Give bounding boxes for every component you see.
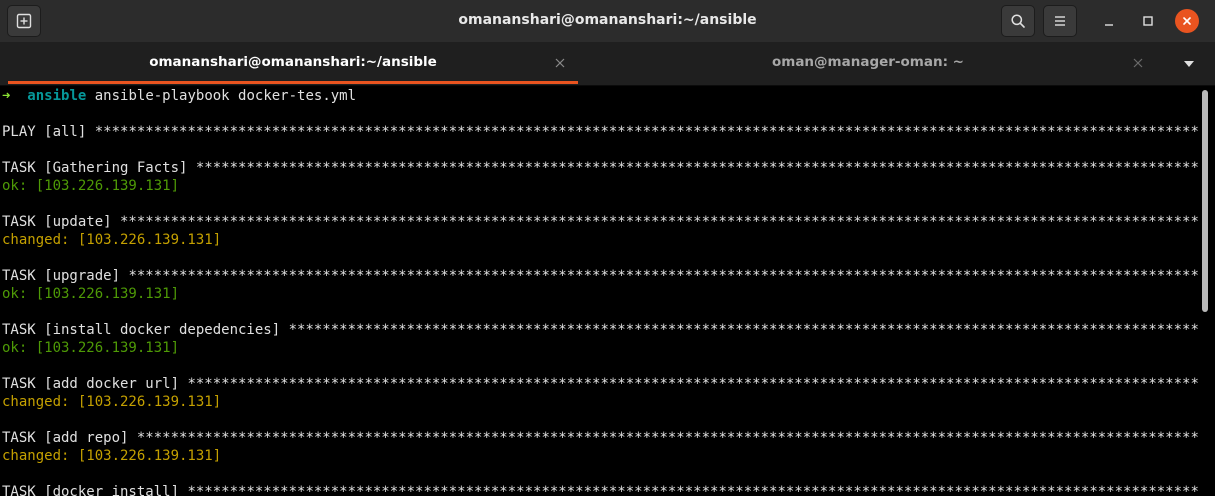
terminal-window: omananshari@omananshari:~/ansible omanan… — [0, 0, 1215, 496]
task-header: PLAY [all] — [2, 124, 87, 140]
task-status-line: changed: [103.226.139.131] — [2, 394, 222, 410]
task-separator-stars: ****************************************… — [187, 484, 1198, 496]
header-bar: omananshari@omananshari:~/ansible — [0, 0, 1215, 42]
task-header-line: PLAY [all] *****************************… — [2, 123, 1198, 141]
task-separator-stars: ****************************************… — [288, 322, 1198, 338]
maximize-icon — [1143, 16, 1153, 26]
prompt-command: ansible-playbook docker-tes.yml — [94, 88, 357, 104]
tab-manager-oman[interactable]: oman@manager-oman: ~ — [578, 42, 1158, 85]
task-status-line: changed: [103.226.139.131] — [2, 448, 222, 464]
maximize-button[interactable] — [1136, 9, 1160, 33]
task-header: TASK [add repo] — [2, 430, 129, 446]
close-button[interactable] — [1175, 9, 1199, 33]
prompt-line: ➜ ansible ansible-playbook docker-tes.ym… — [2, 87, 356, 105]
scrollbar-thumb[interactable] — [1202, 90, 1208, 312]
task-status-line: ok: [103.226.139.131] — [2, 178, 180, 194]
task-status-line: changed: [103.226.139.131] — [2, 232, 222, 248]
task-status-line: ok: [103.226.139.131] — [2, 340, 180, 356]
new-tab-button[interactable] — [7, 5, 41, 37]
tab-list-dropdown[interactable] — [1178, 54, 1200, 74]
search-button[interactable] — [1001, 5, 1035, 37]
task-header: TASK [add docker url] — [2, 376, 180, 392]
task-separator-stars: ****************************************… — [86, 124, 1198, 140]
task-separator-stars: ****************************************… — [136, 430, 1198, 446]
task-header-line: TASK [upgrade] *************************… — [2, 267, 1198, 285]
task-separator-stars: ****************************************… — [187, 376, 1198, 392]
task-header-line: TASK [docker install] ******************… — [2, 483, 1198, 496]
tab-bar: omananshari@omananshari:~/ansible oman@m… — [0, 42, 1215, 86]
prompt-directory: ansible — [27, 88, 87, 104]
prompt-arrow-icon: ➜ — [2, 88, 11, 104]
tab-label: omananshari@omananshari:~/ansible — [149, 54, 437, 70]
tab-close-icon[interactable] — [553, 56, 567, 70]
task-separator-stars: ****************************************… — [120, 268, 1198, 284]
close-icon — [1183, 17, 1191, 25]
task-header: TASK [update] — [2, 214, 112, 230]
task-header-line: TASK [add repo] ************************… — [2, 429, 1198, 447]
chevron-down-icon — [1184, 61, 1194, 67]
task-separator-stars: ****************************************… — [195, 160, 1198, 176]
task-header-line: TASK [update] **************************… — [2, 213, 1198, 231]
search-icon — [1011, 14, 1025, 28]
active-tab-indicator — [8, 81, 578, 84]
tab-label: oman@manager-oman: ~ — [771, 54, 964, 70]
task-header: TASK [Gathering Facts] — [2, 160, 188, 176]
task-header-line: TASK [Gathering Facts] *****************… — [2, 159, 1198, 177]
terminal-output[interactable]: ➜ ansible ansible-playbook docker-tes.ym… — [0, 86, 1200, 496]
tab-close-icon[interactable] — [1131, 56, 1145, 70]
task-header-line: TASK [install docker depedencies] ******… — [2, 321, 1198, 339]
hamburger-menu-icon — [1055, 16, 1065, 26]
tab-local-ansible[interactable]: omananshari@omananshari:~/ansible — [8, 42, 578, 85]
task-header: TASK [upgrade] — [2, 268, 121, 284]
task-status-line: ok: [103.226.139.131] — [2, 286, 180, 302]
new-tab-icon — [16, 13, 32, 29]
task-header: TASK [docker install] — [2, 484, 180, 496]
minimize-icon — [1105, 24, 1113, 26]
menu-button[interactable] — [1043, 5, 1077, 37]
minimize-button[interactable] — [1097, 9, 1121, 33]
task-header-line: TASK [add docker url] ******************… — [2, 375, 1198, 393]
task-header: TASK [install docker depedencies] — [2, 322, 281, 338]
task-separator-stars: ****************************************… — [111, 214, 1198, 230]
